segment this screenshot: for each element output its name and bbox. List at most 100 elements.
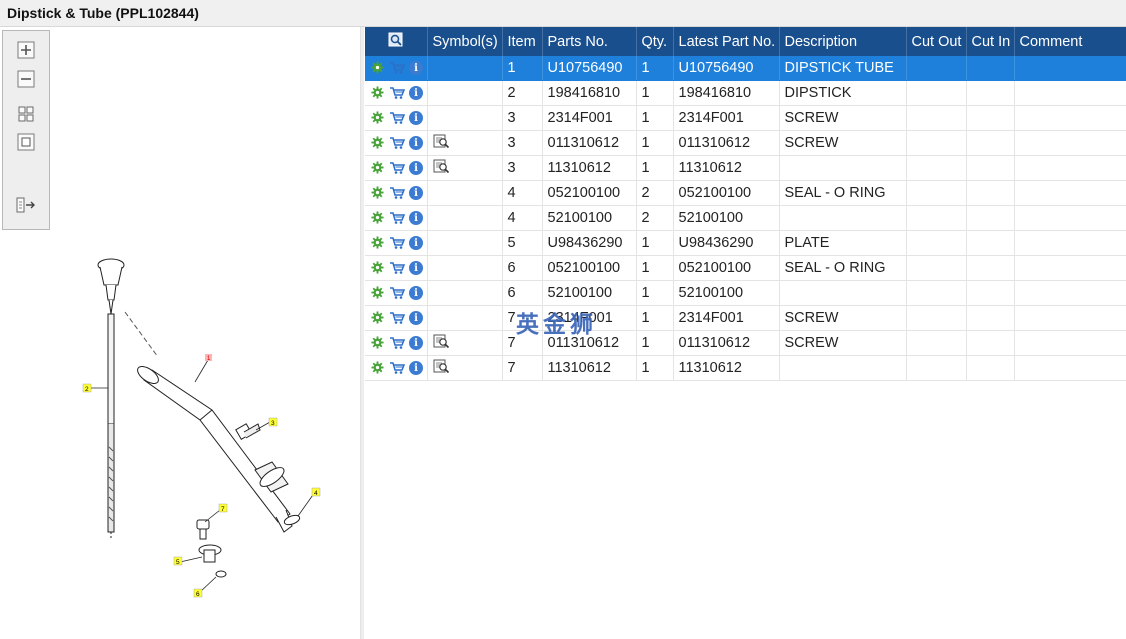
table-row[interactable]: i 7 11310612 1 11310612 <box>365 355 1126 381</box>
add-to-cart-icon[interactable] <box>389 186 406 201</box>
parts-no-cell[interactable]: 11310612 <box>542 355 637 381</box>
callout-7[interactable]: 7 <box>218 503 228 513</box>
latest-part-no-cell[interactable]: 11310612 <box>673 155 780 181</box>
settings-gear-icon[interactable] <box>371 160 386 176</box>
info-icon[interactable]: i <box>409 186 423 200</box>
zoom-out-button[interactable] <box>15 68 37 90</box>
parts-no-cell[interactable]: 011310612 <box>542 330 637 356</box>
latest-part-no-cell[interactable]: 011310612 <box>673 330 780 356</box>
latest-part-no-cell[interactable]: 011310612 <box>673 130 780 156</box>
drawing-pane[interactable]: 1 2 3 4 5 6 7 <box>0 27 360 639</box>
table-row[interactable]: i 1 U10756490 1 U10756490 DIPSTICK TUBE <box>365 56 1126 81</box>
callout-1[interactable]: 1 <box>205 354 212 362</box>
add-to-cart-icon[interactable] <box>389 286 406 301</box>
column-header-description[interactable]: Description <box>779 27 907 56</box>
callout-2[interactable]: 2 <box>82 383 92 393</box>
column-header-tools[interactable] <box>365 27 428 56</box>
latest-part-no-cell[interactable]: 11310612 <box>673 355 780 381</box>
table-row[interactable]: i 5 U98436290 1 U98436290 PLATE <box>365 230 1126 256</box>
latest-part-no-cell[interactable]: 052100100 <box>673 180 780 206</box>
table-row[interactable]: i 3 011310612 1 011310612 SCREW <box>365 130 1126 156</box>
column-header-item[interactable]: Item <box>502 27 543 56</box>
table-row[interactable]: i 2 198416810 1 198416810 DIPSTICK <box>365 80 1126 106</box>
latest-part-no-cell[interactable]: U98436290 <box>673 230 780 256</box>
table-row[interactable]: i 4 052100100 2 052100100 SEAL - O RING <box>365 180 1126 206</box>
parts-no-cell[interactable]: 011310612 <box>542 130 637 156</box>
latest-part-no-cell[interactable]: 198416810 <box>673 80 780 106</box>
symbol-magnifier-icon[interactable] <box>433 159 450 174</box>
info-icon[interactable]: i <box>409 61 423 75</box>
table-row[interactable]: i 6 052100100 1 052100100 SEAL - O RING <box>365 255 1126 281</box>
callout-6[interactable]: 6 <box>193 588 203 598</box>
latest-part-no-cell[interactable]: 52100100 <box>673 280 780 306</box>
info-icon[interactable]: i <box>409 111 423 125</box>
latest-part-no-cell[interactable]: 2314F001 <box>673 305 780 331</box>
add-to-cart-icon[interactable] <box>389 111 406 126</box>
add-to-cart-icon[interactable] <box>389 311 406 326</box>
add-to-cart-icon[interactable] <box>389 211 406 226</box>
settings-gear-icon[interactable] <box>371 135 386 151</box>
parts-no-cell[interactable]: U98436290 <box>542 230 637 256</box>
settings-gear-icon[interactable] <box>371 310 386 326</box>
latest-part-no-cell[interactable]: 52100100 <box>673 205 780 231</box>
settings-gear-icon[interactable] <box>371 335 386 351</box>
table-row[interactable]: i 3 11310612 1 11310612 <box>365 155 1126 181</box>
add-to-cart-icon[interactable] <box>389 86 406 101</box>
settings-gear-icon[interactable] <box>371 85 386 101</box>
export-button[interactable] <box>15 194 37 216</box>
add-to-cart-icon[interactable] <box>389 261 406 276</box>
settings-gear-icon[interactable] <box>371 185 386 201</box>
latest-part-no-cell[interactable]: U10756490 <box>673 56 780 81</box>
symbol-magnifier-icon[interactable] <box>433 334 450 349</box>
symbol-magnifier-icon[interactable] <box>433 359 450 374</box>
info-icon[interactable]: i <box>409 211 423 225</box>
add-to-cart-icon[interactable] <box>389 236 406 251</box>
pane-splitter[interactable] <box>360 27 364 639</box>
settings-gear-icon[interactable] <box>371 360 386 376</box>
add-to-cart-icon[interactable] <box>389 136 406 151</box>
info-icon[interactable]: i <box>409 236 423 250</box>
parts-no-cell[interactable]: 2314F001 <box>542 105 637 131</box>
info-icon[interactable]: i <box>409 161 423 175</box>
fit-all-button[interactable] <box>15 103 37 125</box>
settings-gear-icon[interactable] <box>371 110 386 126</box>
settings-gear-icon[interactable] <box>371 285 386 301</box>
column-header-qty[interactable]: Qty. <box>636 27 674 56</box>
add-to-cart-icon[interactable] <box>389 361 406 376</box>
parts-no-cell[interactable]: 198416810 <box>542 80 637 106</box>
info-icon[interactable]: i <box>409 136 423 150</box>
column-header-parts-no[interactable]: Parts No. <box>542 27 637 56</box>
info-icon[interactable]: i <box>409 261 423 275</box>
column-header-latest-part-no[interactable]: Latest Part No. <box>673 27 780 56</box>
fit-page-button[interactable] <box>15 131 37 153</box>
latest-part-no-cell[interactable]: 2314F001 <box>673 105 780 131</box>
callout-3[interactable]: 3 <box>268 417 278 427</box>
symbol-magnifier-icon[interactable] <box>433 134 450 149</box>
parts-no-cell[interactable]: 52100100 <box>542 280 637 306</box>
add-to-cart-icon[interactable] <box>389 161 406 176</box>
info-icon[interactable]: i <box>409 311 423 325</box>
table-row[interactable]: i 7 011310612 1 011310612 SCREW <box>365 330 1126 356</box>
add-to-cart-icon[interactable] <box>389 61 406 76</box>
parts-no-cell[interactable]: 052100100 <box>542 180 637 206</box>
column-header-symbols[interactable]: Symbol(s) <box>427 27 503 56</box>
info-icon[interactable]: i <box>409 336 423 350</box>
table-row[interactable]: i 6 52100100 1 52100100 <box>365 280 1126 306</box>
callout-5[interactable]: 5 <box>173 556 183 566</box>
column-header-cut-in[interactable]: Cut In <box>966 27 1015 56</box>
parts-no-cell[interactable]: 2314F001 <box>542 305 637 331</box>
settings-gear-icon[interactable] <box>371 210 386 226</box>
parts-no-cell[interactable]: 052100100 <box>542 255 637 281</box>
settings-gear-icon[interactable] <box>371 235 386 251</box>
zoom-in-button[interactable] <box>15 39 37 61</box>
column-header-cut-out[interactable]: Cut Out <box>906 27 967 56</box>
callout-4[interactable]: 4 <box>311 487 321 497</box>
info-icon[interactable]: i <box>409 286 423 300</box>
settings-gear-icon[interactable] <box>371 60 386 76</box>
table-row[interactable]: i 4 52100100 2 52100100 <box>365 205 1126 231</box>
table-row[interactable]: i 3 2314F001 1 2314F001 SCREW <box>365 105 1126 131</box>
add-to-cart-icon[interactable] <box>389 336 406 351</box>
parts-no-cell[interactable]: 11310612 <box>542 155 637 181</box>
parts-no-cell[interactable]: U10756490 <box>542 56 637 81</box>
settings-gear-icon[interactable] <box>371 260 386 276</box>
